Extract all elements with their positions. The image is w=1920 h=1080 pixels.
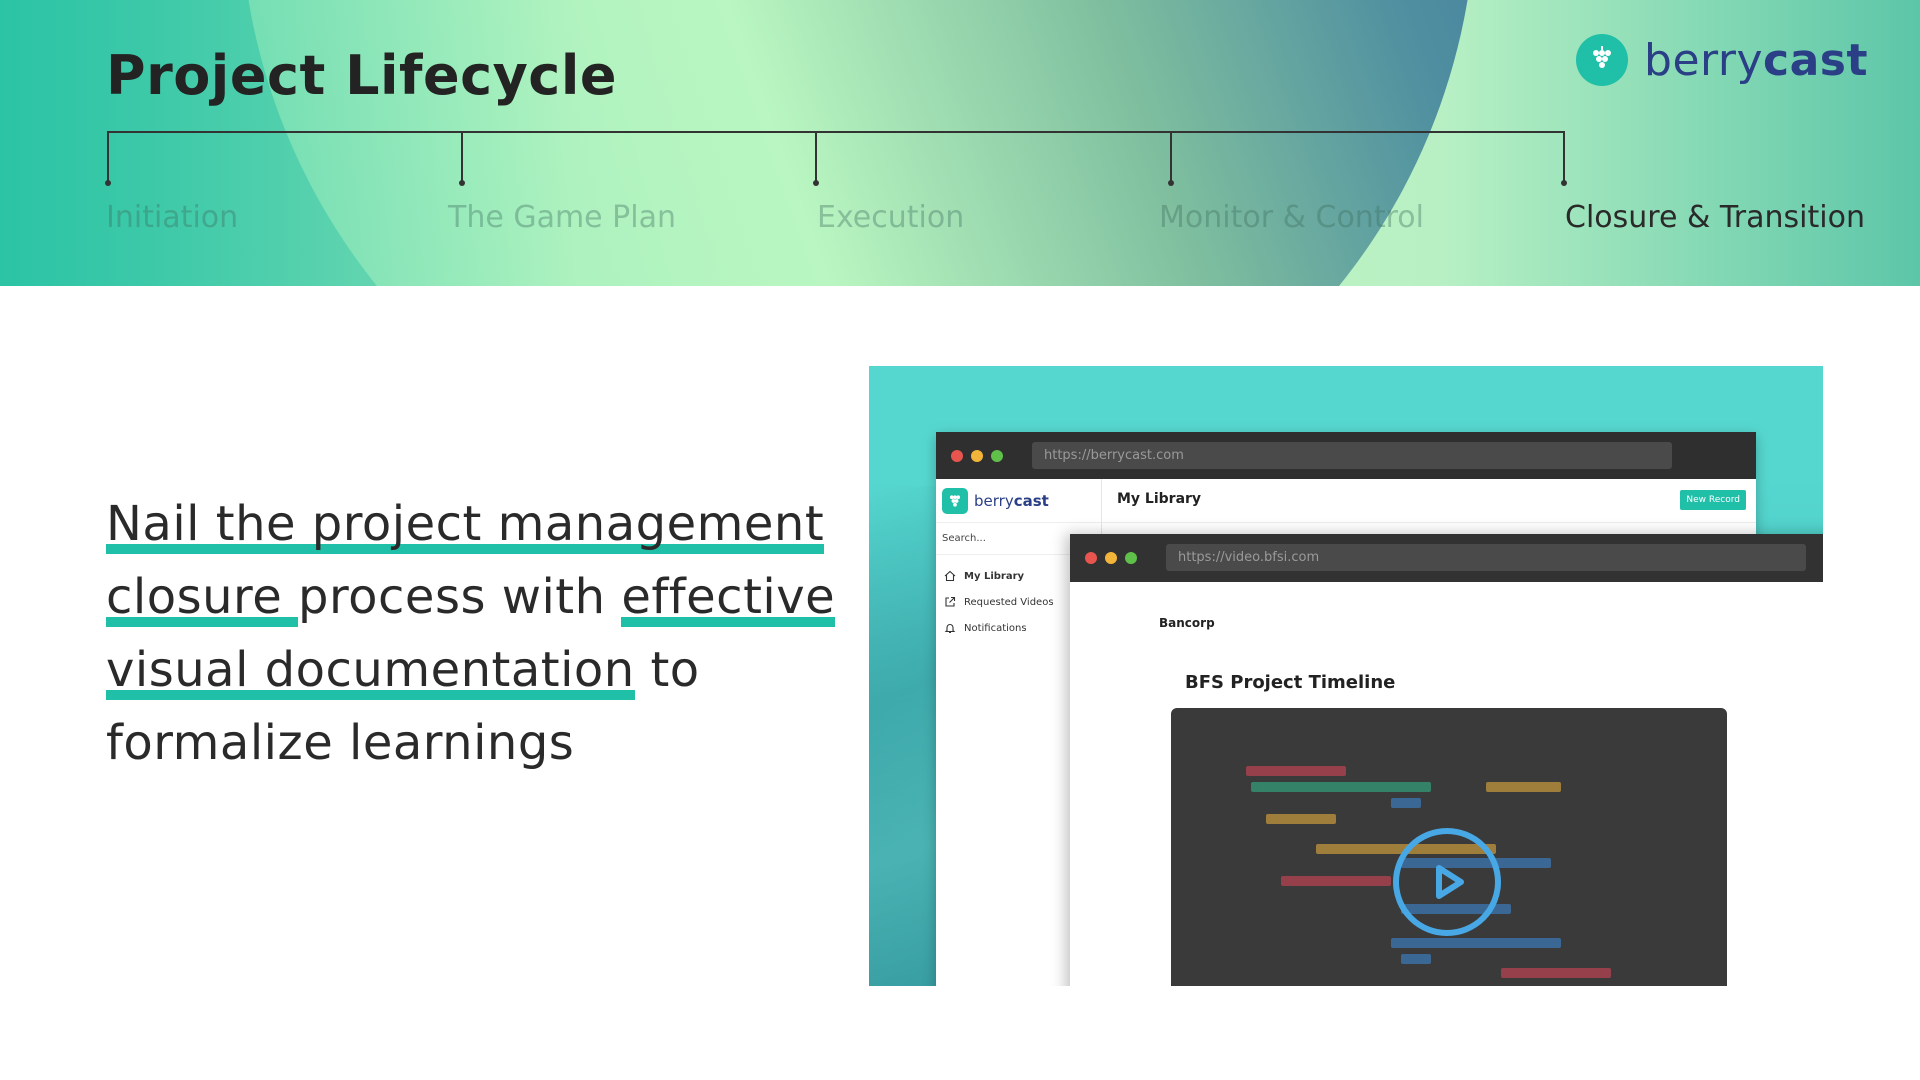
product-screenshot: https://berrycast.com berrycast Search..… bbox=[869, 366, 1823, 986]
library-title: My Library bbox=[1117, 491, 1202, 507]
new-record-button[interactable]: New Record bbox=[1680, 490, 1746, 510]
play-button[interactable] bbox=[1393, 828, 1501, 936]
berry-icon bbox=[1576, 34, 1629, 86]
close-dot-icon[interactable] bbox=[951, 450, 963, 462]
video-player[interactable] bbox=[1171, 708, 1727, 986]
headline-highlight: closure bbox=[106, 569, 298, 627]
phase-closure-transition: Closure & Transition bbox=[1565, 200, 1865, 235]
bell-icon bbox=[944, 624, 956, 634]
browser-titlebar: https://video.bfsi.com bbox=[1070, 534, 1823, 582]
phase-monitor-control: Monitor & Control bbox=[1159, 200, 1424, 235]
minimize-dot-icon[interactable] bbox=[1105, 552, 1117, 564]
headline-highlight: visual documentation bbox=[106, 642, 635, 700]
timeline-tick bbox=[459, 131, 465, 186]
headline-text: process with bbox=[298, 569, 622, 625]
berry-icon bbox=[942, 487, 968, 514]
page-title: Project Lifecycle bbox=[106, 44, 617, 107]
phase-initiation: Initiation bbox=[106, 200, 239, 235]
headline-text: formalize learnings bbox=[106, 715, 575, 771]
url-bar[interactable]: https://berrycast.com bbox=[1032, 442, 1672, 469]
maximize-dot-icon[interactable] bbox=[1125, 552, 1137, 564]
play-icon bbox=[1436, 865, 1464, 899]
phase-execution: Execution bbox=[817, 200, 965, 235]
timeline-tick bbox=[105, 131, 111, 186]
timeline-line bbox=[108, 131, 1565, 133]
headline: Nail the project management closure proc… bbox=[106, 488, 866, 780]
headline-highlight: effective bbox=[621, 569, 836, 627]
video-title: BFS Project Timeline bbox=[1185, 672, 1396, 693]
timeline-tick bbox=[1168, 131, 1174, 186]
logo-wordmark: berrycast bbox=[1644, 34, 1868, 86]
phase-game-plan: The Game Plan bbox=[448, 200, 677, 235]
close-dot-icon[interactable] bbox=[1085, 552, 1097, 564]
timeline-tick bbox=[1561, 131, 1567, 186]
library-header: My Library New Record bbox=[1102, 479, 1756, 523]
video-window: https://video.bfsi.com Bancorp BFS Proje… bbox=[1070, 534, 1823, 986]
external-link-icon bbox=[945, 596, 956, 607]
timeline-tick bbox=[813, 131, 819, 186]
browser-titlebar: https://berrycast.com bbox=[936, 432, 1756, 479]
home-icon bbox=[944, 570, 956, 582]
company-name: Bancorp bbox=[1159, 616, 1215, 630]
brand-logo: berrycast bbox=[1576, 34, 1868, 86]
url-bar[interactable]: https://video.bfsi.com bbox=[1166, 544, 1806, 571]
headline-text: to bbox=[634, 642, 700, 698]
minimize-dot-icon[interactable] bbox=[971, 450, 983, 462]
app-logo[interactable]: berrycast bbox=[936, 479, 1101, 523]
headline-highlight: Nail the project management bbox=[106, 496, 825, 554]
header-banner: Project Lifecycle berrycast Initiation T… bbox=[0, 0, 1920, 286]
maximize-dot-icon[interactable] bbox=[991, 450, 1003, 462]
